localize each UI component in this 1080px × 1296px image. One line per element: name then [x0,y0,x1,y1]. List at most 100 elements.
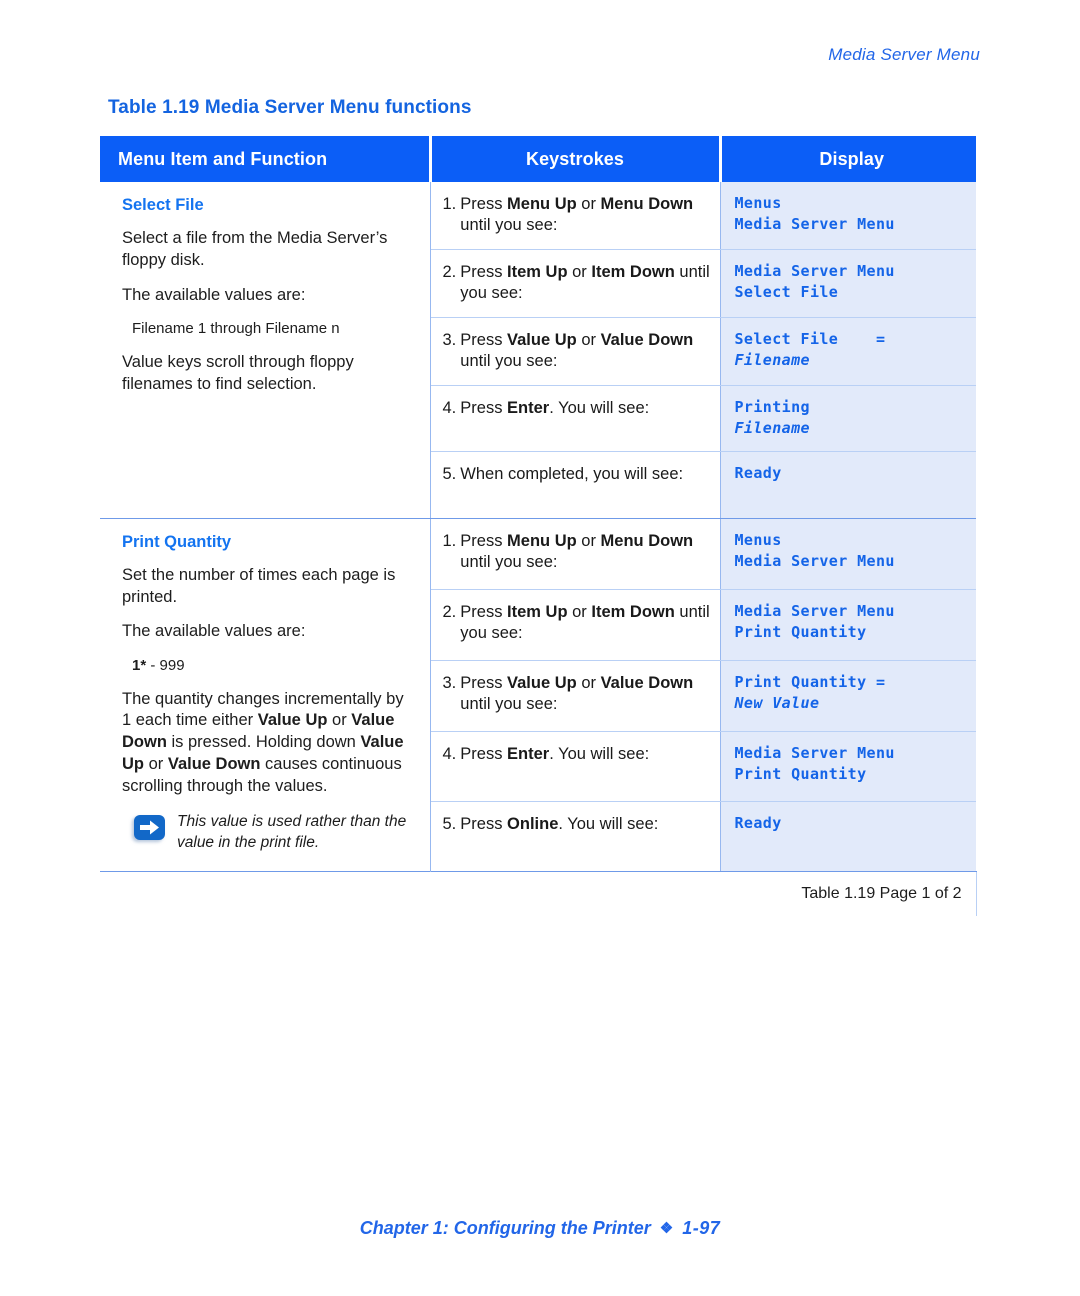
note-text: This value is used rather than the value… [177,813,407,851]
display-line: Select File [734,283,839,302]
display-line: Media Server Menu [734,552,895,571]
display-line: Select File = [734,329,886,348]
display-line: Print Quantity [734,623,867,642]
display-cell: Media Server Menu Print Quantity [720,589,976,662]
step-number: 1. [442,531,457,550]
display-line: Print Quantity [734,765,867,784]
display-cell: Menus Media Server Menu [720,182,976,250]
keystroke-cell: 5. When completed, you will see: [430,451,721,519]
step-number: 5. [442,814,457,833]
keystroke-step: 1. Press Menu Up or Menu Down until you s… [443,531,712,574]
step-text: Press Item Up or Item Down until you see… [460,262,710,303]
menu-item-values: Filename 1 through Filename n [132,320,340,338]
display-line-spacer [735,485,967,506]
menu-item-values: 1* - 999 [132,657,185,675]
menu-item-cell: Print Quantity Set the number of times ea… [100,518,431,872]
display-cell: Print Quantity = New Value [720,660,976,733]
step-number: 2. [442,262,457,281]
step-text: Press Menu Up or Menu Down until you see… [460,531,694,572]
keystroke-step: 2. Press Item Up or Item Down until you s… [443,602,712,645]
keystroke-cell: 4. Press Enter. You will see: [430,385,721,453]
step-text: Press Value Up or Value Down until you s… [460,674,694,714]
table-row: Print Quantity Set the number of times ea… [100,518,976,872]
menu-item-description: The available values are: [122,622,306,641]
table-caption: Table 1.19 Media Server Menu functions [108,97,472,118]
table-row: Select File Select a file from the Media … [100,182,976,519]
table-header-row: Menu Item and Function Keystrokes Displa… [100,136,976,182]
running-header: Media Server Menu [828,45,980,64]
keystroke-cell: 2. Press Item Up or Item Down until you s… [430,589,721,662]
display-line: Ready [734,464,782,483]
step-number: 2. [442,602,457,621]
keystroke-cell: 5. Press Online. You will see: [430,801,721,872]
menu-item-description: Set the number of times each page is pri… [122,565,396,606]
keystroke-step: 1. Press Menu Up or Menu Down until you s… [443,194,712,237]
step-text: Press Enter. You will see: [460,398,650,417]
display-cell: Printing Filename [720,385,976,453]
quantity-behavior-description: The quantity changes incrementally by 1 … [122,689,404,795]
keystroke-cell: 1. Press Menu Up or Menu Down until you s… [430,518,721,590]
diamond-icon: ❖ [659,1220,674,1237]
step-number: 1. [442,195,457,213]
keystroke-step: 3. Press Value Up or Value Down until you… [443,330,712,373]
keystroke-cell: 2. Press Item Up or Item Down until you s… [430,249,721,318]
keystroke-cell: 3. Press Value Up or Value Down until you… [430,660,721,733]
step-number: 3. [442,330,457,349]
step-text: Press Enter. You will see: [460,745,650,764]
column-header-keystrokes: Keystrokes [430,136,722,182]
menu-item-description: Select a file from the Media Server’s fl… [122,229,388,269]
display-cell: Menus Media Server Menu [720,518,976,590]
note-block: This value is used rather than the value… [134,812,414,852]
display-cell: Select File = Filename [720,317,976,386]
keystroke-cell: 3. Press Value Up or Value Down until you… [430,317,721,386]
menu-item-title: Select File [122,196,204,214]
step-text: Press Menu Up or Menu Down until you see… [460,195,694,235]
table-page-note: Table 1.19 Page 1 of 2 [100,870,977,916]
keystroke-step: 4. Press Enter. You will see: [443,744,712,765]
display-line: Printing [734,397,810,416]
step-text: Press Item Up or Item Down until you see… [460,602,710,643]
keystroke-cell: 1. Press Menu Up or Menu Down until you s… [430,182,721,250]
table-body: Select File Select a file from the Media … [100,182,976,872]
keystroke-step: 4. Press Enter. You will see: [443,398,712,419]
display-line: Ready [734,813,782,832]
step-number: 3. [442,674,457,693]
step-number: 4. [442,398,457,417]
page-footer: Chapter 1: Configuring the Printer ❖ 1-97 [0,1218,1080,1239]
step-number: 5. [442,465,457,484]
display-line-spacer [735,834,967,855]
column-header-display: Display [720,136,976,182]
table-footer-row: Table 1.19 Page 1 of 2 [100,870,977,916]
display-line: Media Server Menu [734,601,895,620]
display-cell: Ready [720,801,976,872]
column-header-menu-item: Menu Item and Function [100,136,432,182]
display-line: Menus [734,530,782,549]
menu-item-description: The available values are: [122,285,306,304]
display-line: Filename [734,351,810,370]
keystroke-step: 3. Press Value Up or Value Down until you… [443,673,712,716]
display-line: New Value [734,694,820,713]
display-line: Media Server Menu [734,261,895,280]
display-line: Menus [734,194,782,212]
display-line: Media Server Menu [734,215,895,234]
menu-item-note-text: Value keys scroll through floppy filenam… [122,352,354,393]
menu-item-title: Print Quantity [122,532,232,551]
media-server-menu-table: Menu Item and Function Keystrokes Displa… [100,136,977,916]
step-text: When completed, you will see: [460,465,684,484]
keystroke-step: 2. Press Item Up or Item Down until you s… [443,262,712,305]
keystroke-step: 5. Press Online. You will see: [443,814,712,835]
display-line: Media Server Menu [734,744,895,763]
display-cell: Ready [720,451,976,519]
note-arrow-icon [134,815,165,841]
display-cell: Media Server Menu Print Quantity [720,731,976,802]
keystroke-step: 5. When completed, you will see: [443,464,712,485]
display-line: Print Quantity = [734,673,886,692]
step-number: 4. [442,745,457,764]
display-line: Filename [734,418,810,437]
footer-chapter-label: Chapter 1: Configuring the Printer [359,1218,651,1238]
step-text: Press Value Up or Value Down until you s… [460,330,694,371]
keystroke-cell: 4. Press Enter. You will see: [430,731,721,802]
display-cell: Media Server Menu Select File [720,249,976,318]
menu-item-cell: Select File Select a file from the Media … [100,182,431,519]
footer-page-number: 1-97 [682,1218,721,1238]
